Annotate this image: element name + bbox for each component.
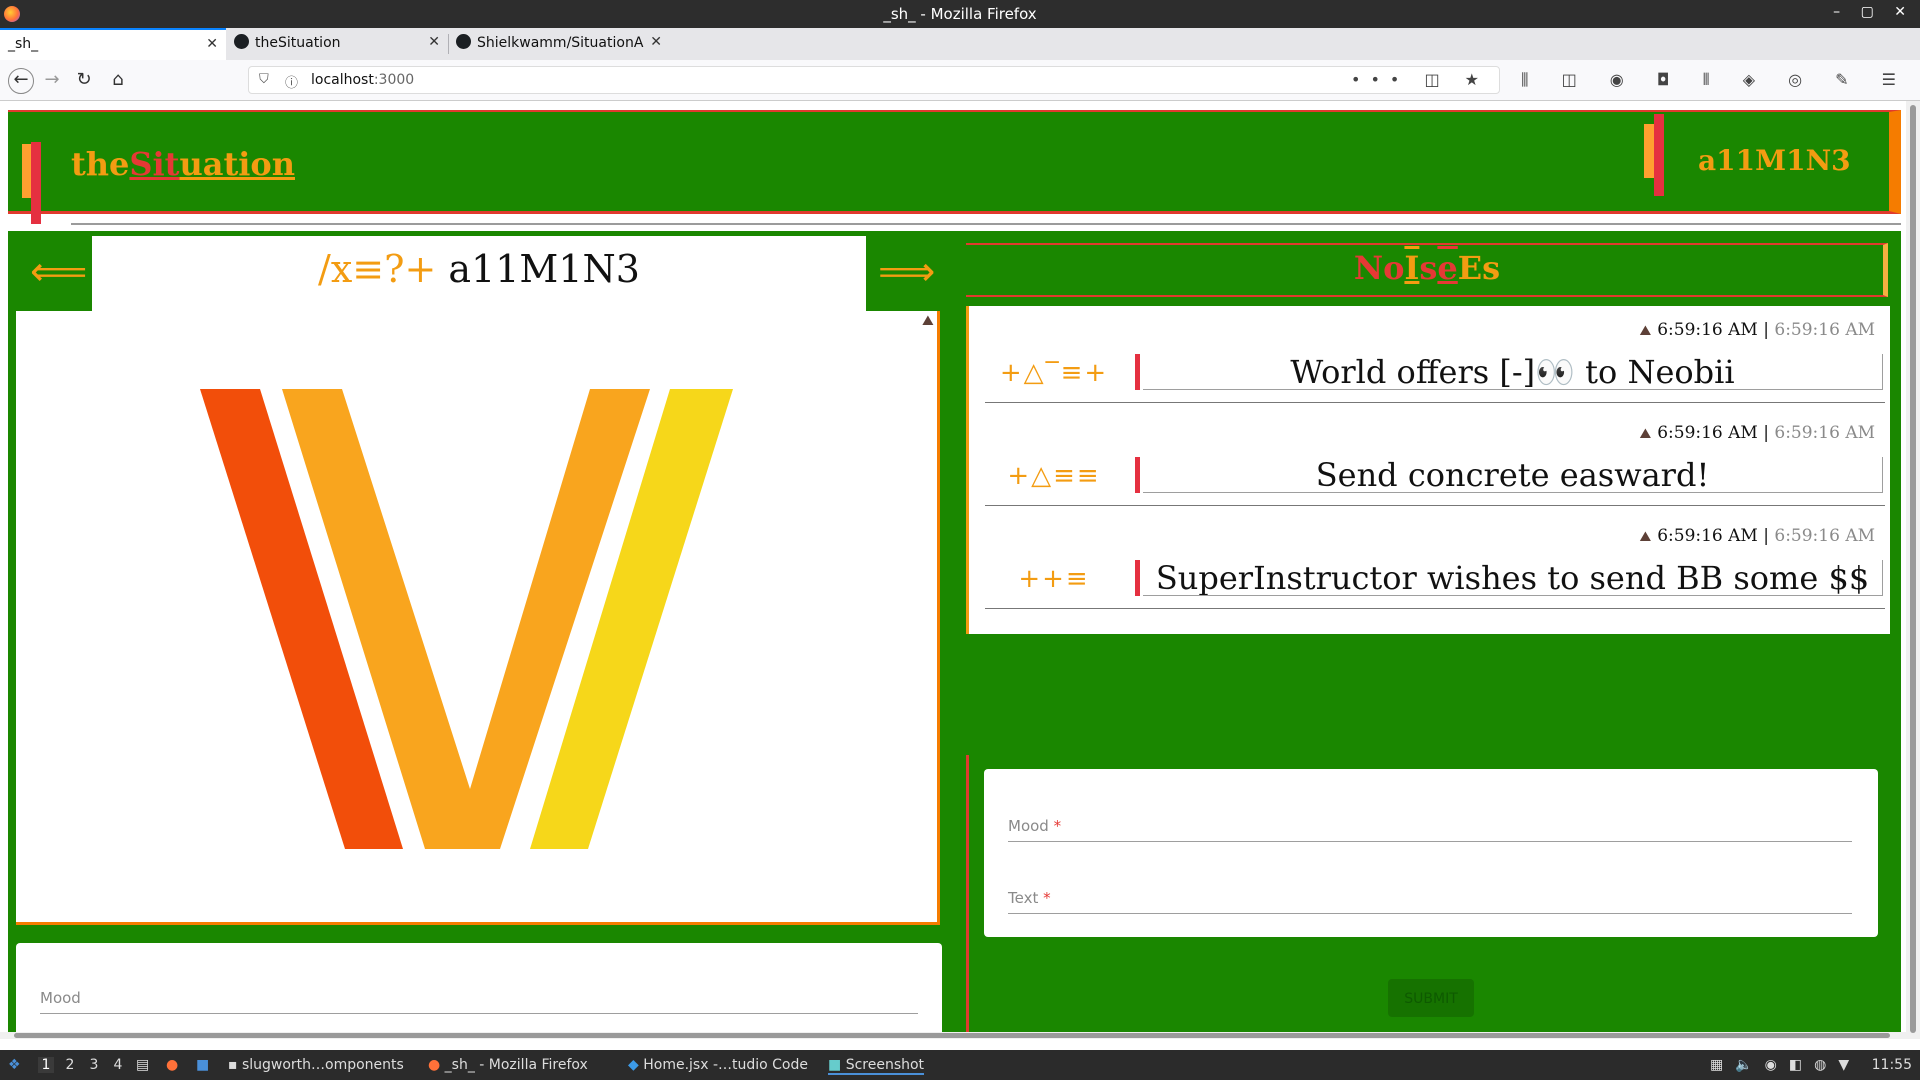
clock[interactable]: 11:55 — [1872, 1057, 1912, 1073]
noises-title-part: Es — [1457, 249, 1501, 287]
tab-sh[interactable]: _sh_ ✕ — [0, 28, 226, 60]
close-icon[interactable]: ✕ — [650, 34, 662, 50]
volcano-icon: ⛰ — [1639, 529, 1652, 545]
brand-logo[interactable]: theSituation — [71, 145, 295, 183]
v-logo — [200, 389, 733, 849]
noise-form — [984, 769, 1878, 937]
window-titlebar: _sh_ - Mozilla Firefox – ▢ ✕ — [0, 0, 1920, 28]
noises-title-part: s — [1419, 249, 1438, 287]
noises-title-part: e — [1437, 249, 1458, 287]
feed-divider — [985, 402, 1885, 403]
tray-icons[interactable]: ▦🔈◉◧◍▼ — [1710, 1057, 1861, 1073]
info-icon[interactable]: ⓘ — [285, 72, 298, 91]
reload-button[interactable]: ↻ — [72, 68, 96, 92]
close-icon[interactable]: ✕ — [206, 36, 218, 52]
feed-accent-bar — [1135, 560, 1140, 596]
workspace-3[interactable]: 3 — [86, 1057, 102, 1073]
text-field[interactable]: Text * — [1008, 889, 1051, 907]
feed-timestamp: ⛰ 6:59:16 AM | 6:59:16 AM — [1639, 526, 1875, 546]
arrow-right-icon[interactable]: ⟹ — [878, 249, 935, 295]
volcano-icon: ⛰ — [1639, 323, 1652, 339]
feed-divider — [985, 608, 1885, 609]
shield-icon[interactable]: ⛉ — [259, 72, 269, 87]
workspace-2[interactable]: 2 — [62, 1057, 78, 1073]
back-button[interactable]: ← — [8, 68, 34, 94]
vertical-scrollbar[interactable] — [1906, 101, 1920, 1039]
horizontal-scrollbar[interactable] — [0, 1032, 1906, 1039]
tab-label: _sh_ — [8, 36, 39, 52]
start-menu-icon[interactable]: ❖ — [8, 1057, 21, 1073]
window-title: _sh_ - Mozilla Firefox — [883, 5, 1037, 23]
feed-text: World offers [-]👀 to Neobii — [1143, 354, 1883, 390]
close-icon[interactable]: ✕ — [428, 34, 440, 50]
tab-label: Shielkwamm/SituationA — [477, 35, 644, 51]
url-bar[interactable]: ⛉ ⓘ localhost:3000 ••• ◫ ★ — [248, 66, 1500, 94]
title-username: a11M1N3 — [448, 247, 640, 291]
mood-field[interactable]: Mood * — [1008, 817, 1061, 835]
feed-timestamp: ⛰ 6:59:16 AM | 6:59:16 AM — [1639, 320, 1875, 340]
github-icon — [456, 34, 471, 49]
left-mood-field[interactable]: Mood — [40, 989, 81, 1007]
header-divider — [71, 223, 1901, 225]
task-terminal[interactable]: ▪ slugworth…omponents — [228, 1057, 404, 1073]
feed-item: ⛰ 6:59:16 AM | 6:59:16 AM +△‾≡+ World off… — [969, 306, 1893, 409]
left-form — [16, 943, 942, 1039]
workspace-4[interactable]: 4 — [110, 1057, 126, 1073]
feed-item: ⛰ 6:59:16 AM | 6:59:16 AM +△≡≡ Send concr… — [969, 409, 1893, 512]
right-divider — [966, 755, 969, 1039]
noises-title-part: No — [1353, 249, 1405, 287]
noises-title: NoIseEs — [966, 249, 1888, 287]
home-button[interactable]: ⌂ — [106, 68, 130, 92]
forward-button[interactable]: → — [40, 68, 64, 92]
task-firefox[interactable]: ● _sh_ - Mozilla Firefox — [428, 1057, 588, 1073]
folder-icon[interactable]: ■ — [196, 1057, 209, 1073]
feed-text: SuperInstructor wishes to send BB some $… — [1143, 560, 1883, 596]
left-panel-title: /x≡?+ a11M1N3 — [92, 247, 866, 291]
mood-underline — [1008, 841, 1852, 842]
feed-item: ⛰ 6:59:16 AM | 6:59:16 AM ++≡ SuperInstru… — [969, 512, 1893, 615]
tab-github-repo[interactable]: Shielkwamm/SituationA ✕ — [448, 28, 670, 60]
header-stripe-red — [31, 142, 41, 224]
workspace-1[interactable]: 1 — [38, 1057, 54, 1073]
volcano-icon: ⛰ — [1639, 426, 1652, 442]
url-text[interactable]: localhost:3000 — [311, 72, 414, 88]
feed-divider — [985, 505, 1885, 506]
volcano-icon: ⛰ — [922, 313, 934, 329]
header-username[interactable]: a11M1N3 — [1698, 144, 1851, 177]
nav-toolbar: ← → ↻ ⌂ ⛉ ⓘ localhost:3000 ••• ◫ ★ ⫼ ◫ ◉… — [0, 60, 1920, 101]
scroll-thumb[interactable] — [14, 1033, 1890, 1038]
tab-bar: _sh_ ✕ theSituation ✕ Shielkwamm/Situati… — [0, 28, 1920, 84]
task-screenshot[interactable]: ■ Screenshot — [828, 1057, 925, 1075]
feed-mood: +△‾≡+ — [999, 358, 1109, 388]
submit-button[interactable]: SUBMIT — [1388, 979, 1474, 1017]
feed-mood: ++≡ — [1018, 564, 1090, 594]
firefox-launcher-icon[interactable]: ● — [166, 1057, 178, 1073]
tab-label: theSituation — [255, 35, 341, 51]
text-underline — [1008, 913, 1852, 914]
taskbar: ❖ 1 2 3 4 ▤ ● ■ ▪ slugworth…omponents ● … — [0, 1050, 1920, 1080]
feed-accent-bar — [1135, 354, 1140, 390]
user-stripe-orange — [1644, 124, 1654, 178]
page-actions[interactable]: ••• ◫ ★ — [1351, 70, 1489, 89]
toolbar-icons[interactable]: ⫼ ◫ ◉ ◘ ⦀ ◈ ◎ ✎ ☰ — [1521, 70, 1910, 90]
feed-accent-bar — [1135, 457, 1140, 493]
mood-glyphs: /x≡?+ — [318, 247, 437, 291]
feed-text: Send concrete easward! — [1143, 457, 1883, 493]
window-controls[interactable]: – ▢ ✕ — [1833, 4, 1914, 20]
noises-feed: ⛰ 6:59:16 AM | 6:59:16 AM +△‾≡+ World off… — [966, 306, 1890, 634]
tab-thesituation[interactable]: theSituation ✕ — [226, 28, 448, 60]
arrow-left-icon[interactable]: ⟸ — [30, 249, 87, 295]
noises-title-part: I — [1404, 249, 1420, 287]
user-stripe-red — [1654, 114, 1664, 196]
github-icon — [234, 34, 249, 49]
task-vscode[interactable]: ◆ Home.jsx -…tudio Code — [628, 1057, 808, 1073]
files-icon[interactable]: ▤ — [136, 1057, 149, 1073]
feed-mood: +△≡≡ — [1007, 461, 1101, 491]
scroll-thumb[interactable] — [1910, 105, 1916, 1033]
page-viewport: ⟸ ⟹ /x≡?+ a11M1N3 ⛰ Mood NoIseEs ⛰ 6:59:1… — [0, 101, 1920, 1039]
left-mood-underline — [40, 1013, 918, 1014]
feed-timestamp: ⛰ 6:59:16 AM | 6:59:16 AM — [1639, 423, 1875, 443]
